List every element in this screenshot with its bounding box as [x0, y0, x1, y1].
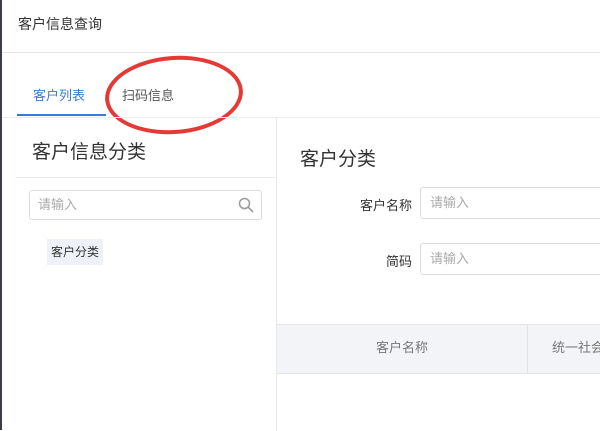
column-header-customer-name[interactable]: 客户名称 — [277, 325, 528, 373]
tab-bar: 客户列表 扫码信息 — [2, 53, 600, 117]
customer-query-panel: 客户分类 客户名称 简码 客户名称 统一社会 — [277, 117, 600, 431]
category-panel: 客户信息分类 客户分类 — [2, 117, 277, 431]
category-search-input[interactable] — [30, 191, 238, 219]
active-tab-indicator — [17, 114, 106, 116]
form-row-customer-name: 客户名称 — [277, 187, 600, 219]
customer-name-label: 客户名称 — [359, 199, 412, 214]
search-icon[interactable] — [238, 197, 254, 213]
query-panel-title: 客户分类 — [300, 148, 377, 170]
short-code-input[interactable] — [420, 243, 600, 275]
short-code-label: 简码 — [385, 255, 412, 270]
title-bar: 客户信息查询 — [2, 0, 600, 53]
results-table-header: 客户名称 统一社会 — [277, 324, 600, 374]
category-panel-title: 客户信息分类 — [32, 141, 147, 163]
category-search-box — [29, 190, 262, 220]
column-header-credit-code[interactable]: 统一社会 — [552, 325, 600, 373]
form-row-short-code: 简码 — [277, 243, 600, 275]
tree-item-customer-category[interactable]: 客户分类 — [47, 239, 104, 265]
panel-divider — [16, 177, 276, 178]
window-title: 客户信息查询 — [18, 17, 102, 33]
tab-customer-list[interactable]: 客户列表 — [33, 85, 85, 104]
customer-name-input[interactable] — [420, 187, 600, 219]
